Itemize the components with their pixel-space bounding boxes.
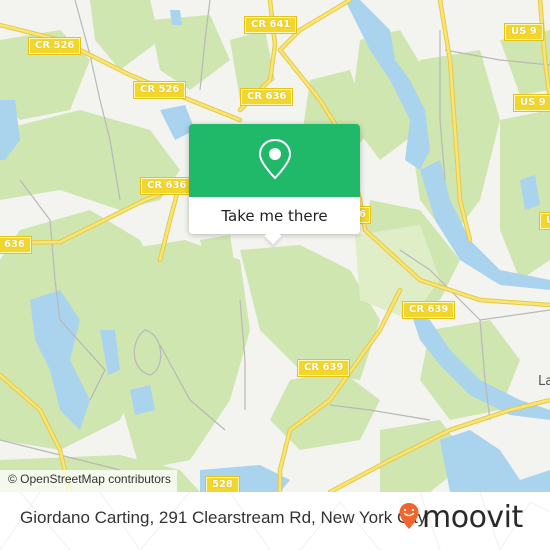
destination-address: Giordano Carting, 291 Clearstream Rd, Ne… — [20, 508, 427, 527]
road-shield-cr526: CR 526 — [27, 37, 82, 55]
map-attribution[interactable]: © OpenStreetMap contributors — [0, 470, 177, 492]
take-me-there-button[interactable]: Take me there — [189, 197, 360, 234]
road-shield-cr641: CR 641 — [243, 16, 298, 34]
map-view[interactable]: CR 526 CR 526 CR 641 CR 636 CR 636 636 U… — [0, 0, 550, 492]
road-shield-cr528: 528 — [205, 476, 240, 492]
road-shield-cr639: CR 639 — [401, 301, 456, 319]
road-shield-cr526: CR 526 — [132, 81, 187, 99]
moovit-logo[interactable]: moovit — [398, 502, 523, 534]
footer-bar: Giordano Carting, 291 Clearstream Rd, Ne… — [0, 492, 550, 550]
place-label: La — [538, 374, 550, 389]
road-shield-us9: US 9 — [504, 23, 544, 41]
road-shield-cr636: 636 — [0, 236, 32, 254]
road-shield-cr636: CR 636 — [239, 88, 294, 106]
road-shield-us9: US 9 — [513, 94, 550, 112]
map-pin-icon — [255, 138, 295, 184]
road-shield-us9: U — [538, 212, 550, 230]
map-tiles — [0, 0, 550, 492]
popup-header — [189, 124, 360, 197]
moovit-wordmark: moovit — [422, 500, 523, 535]
moovit-pin-icon — [398, 502, 420, 534]
destination-popup: Take me there — [189, 124, 360, 245]
road-shield-cr636: CR 636 — [139, 177, 194, 195]
road-shield-cr639: CR 639 — [296, 359, 351, 377]
